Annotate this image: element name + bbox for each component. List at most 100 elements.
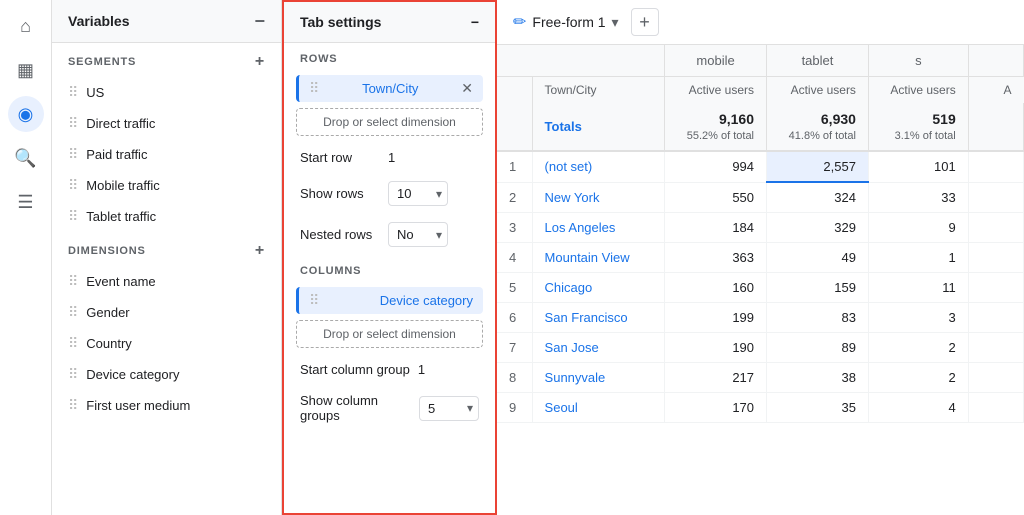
totals-num-cell [497,103,532,151]
nested-rows-select[interactable]: No Yes [388,222,448,247]
dimension-country[interactable]: ⠿ Country [52,328,281,359]
dimension-gender[interactable]: ⠿ Gender [52,297,281,328]
rows-dimension-remove-button[interactable]: ✕ [461,80,473,97]
show-rows-select[interactable]: 1 5 10 25 50 100 [388,181,448,206]
segments-label: SEGMENTS [68,56,136,68]
segment-direct-traffic[interactable]: ⠿ Direct traffic [52,108,281,139]
tab-settings-title: Tab settings [300,14,381,30]
mobile-val-3: 329 [767,213,869,243]
search-magnify-icon[interactable]: 🔍 [8,140,44,176]
mobile-val-8: 38 [767,363,869,393]
tab-dropdown-arrow-icon[interactable]: ▾ [612,14,619,31]
city-link-1[interactable]: (not set) [532,151,665,182]
city-link-7[interactable]: San Jose [532,333,665,363]
add-tab-button[interactable]: + [631,8,659,36]
variables-panel-header: Variables − [52,0,281,43]
table-row: 9 Seoul 170 35 4 [497,393,1024,423]
bar-chart-icon[interactable]: ▦ [8,52,44,88]
mobile-val-1: 2,557 [767,151,869,182]
table-row: 8 Sunnyvale 217 38 2 [497,363,1024,393]
list-icon[interactable]: ☰ [8,184,44,220]
city-link-2[interactable]: New York [532,182,665,213]
rows-section-label: ROWS [284,43,495,71]
sub-col-active-tablet: Active users [868,77,968,104]
tablet-val-7: 2 [868,333,968,363]
add-dimension-button[interactable]: + [255,242,265,260]
show-col-groups-label: Show column groups [300,393,411,423]
sub-col-active-s: A [968,77,1023,104]
desktop-val-1: 994 [665,151,767,182]
row-num-4: 4 [497,243,532,273]
desktop-val-7: 190 [665,333,767,363]
tablet-val-1: 101 [868,151,968,182]
start-col-group-label: Start column group [300,362,410,377]
show-col-groups-select[interactable]: 1 2 3 4 5 10 [419,396,479,421]
tab-name-container: ✏ Free-form 1 ▾ [513,12,619,32]
start-col-group-value: 1 [418,362,425,377]
table-row: 7 San Jose 190 89 2 [497,333,1024,363]
left-nav: ⌂ ▦ ◉ 🔍 ☰ [0,0,52,515]
show-col-groups-select-wrapper[interactable]: 1 2 3 4 5 10 ▾ [419,396,479,421]
totals-desktop-cell: 9,160 55.2% of total [665,103,767,151]
variables-collapse-button[interactable]: − [254,12,265,30]
row-num-6: 6 [497,303,532,333]
tab-settings-collapse-button[interactable]: − [471,14,479,30]
columns-dimension-chip[interactable]: ⠿ Device category [296,287,483,314]
drag-icon: ⠿ [68,208,78,225]
city-link-6[interactable]: San Francisco [532,303,665,333]
sub-col-town-city: Town/City [532,77,665,104]
tab-settings-header: Tab settings − [284,2,495,43]
nested-rows-label: Nested rows [300,227,380,242]
totals-desktop-value: 9,160 [677,111,754,127]
segment-mobile-traffic[interactable]: ⠿ Mobile traffic [52,170,281,201]
drag-icon: ⠿ [68,397,78,414]
dimension-event-name[interactable]: ⠿ Event name [52,266,281,297]
add-segment-button[interactable]: + [255,53,265,71]
sub-col-active-mobile: Active users [767,77,869,104]
row-num-8: 8 [497,363,532,393]
columns-section-label: COLUMNS [284,255,495,283]
show-rows-select-wrapper[interactable]: 1 5 10 25 50 100 ▾ [388,181,448,206]
desktop-val-6: 199 [665,303,767,333]
nested-rows-select-wrapper[interactable]: No Yes ▾ [388,222,448,247]
segment-us[interactable]: ⠿ US [52,77,281,108]
main-content: ✏ Free-form 1 ▾ + mobile tablet s Town/C… [497,0,1024,515]
city-link-9[interactable]: Seoul [532,393,665,423]
mobile-val-5: 159 [767,273,869,303]
table-row: 3 Los Angeles 184 329 9 [497,213,1024,243]
s-val-6 [968,303,1023,333]
totals-tablet-pct: 3.1% of total [895,130,956,142]
desktop-val-9: 170 [665,393,767,423]
rows-dimension-chip[interactable]: ⠿ Town/City ✕ [296,75,483,102]
city-link-5[interactable]: Chicago [532,273,665,303]
main-header: ✏ Free-form 1 ▾ + [497,0,1024,45]
segment-tablet-traffic[interactable]: ⠿ Tablet traffic [52,201,281,232]
desktop-val-4: 363 [665,243,767,273]
s-val-2 [968,182,1023,213]
table-row: 1 (not set) 994 2,557 101 [497,151,1024,182]
segment-paid-traffic[interactable]: ⠿ Paid traffic [52,139,281,170]
totals-tablet-cell: 519 3.1% of total [868,103,968,151]
drag-icon: ⠿ [68,335,78,352]
columns-drop-dimension-button[interactable]: Drop or select dimension [296,320,483,348]
rows-drop-dimension-button[interactable]: Drop or select dimension [296,108,483,136]
drag-icon: ⠿ [68,84,78,101]
row-num-9: 9 [497,393,532,423]
s-val-9 [968,393,1023,423]
totals-desktop-pct: 55.2% of total [687,130,754,142]
dimension-device-category[interactable]: ⠿ Device category [52,359,281,390]
mobile-val-2: 324 [767,182,869,213]
city-link-3[interactable]: Los Angeles [532,213,665,243]
city-link-8[interactable]: Sunnyvale [532,363,665,393]
tablet-val-5: 11 [868,273,968,303]
circle-icon[interactable]: ◉ [8,96,44,132]
tablet-val-3: 9 [868,213,968,243]
home-icon[interactable]: ⌂ [8,8,44,44]
row-num-5: 5 [497,273,532,303]
row-num-7: 7 [497,333,532,363]
sub-col-num [497,77,532,104]
chip-drag-icon: ⠿ [309,80,319,97]
dimension-first-user-medium[interactable]: ⠿ First user medium [52,390,281,421]
desktop-val-8: 217 [665,363,767,393]
city-link-4[interactable]: Mountain View [532,243,665,273]
